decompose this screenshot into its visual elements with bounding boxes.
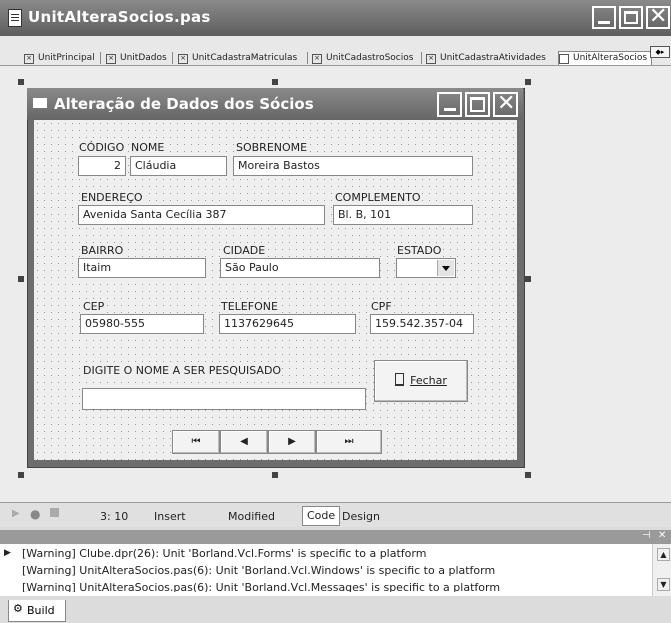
first-record-icon: ⏮ bbox=[191, 436, 201, 447]
selection-handle[interactable] bbox=[18, 276, 24, 282]
message-item[interactable]: [Warning] UnitAlteraSocios.pas(6): Unit … bbox=[22, 581, 500, 592]
navigator-next-button[interactable]: ▶ bbox=[268, 430, 316, 454]
minimize-button[interactable] bbox=[592, 6, 616, 29]
close-icon[interactable]: × bbox=[312, 54, 322, 64]
tab-unitprincipal[interactable]: × UnitPrincipal bbox=[24, 52, 95, 65]
cep-field[interactable]: 05980-555 bbox=[80, 314, 204, 334]
selection-handle[interactable] bbox=[525, 276, 531, 282]
close-icon[interactable]: × bbox=[426, 54, 436, 64]
form-icon bbox=[559, 54, 569, 64]
chevron-down-icon[interactable] bbox=[437, 260, 454, 276]
scroll-up-icon[interactable]: ▲ bbox=[657, 548, 670, 561]
close-button[interactable]: ✕ bbox=[646, 5, 670, 29]
selection-handle[interactable] bbox=[272, 472, 278, 478]
form-close-button[interactable]: ✕ bbox=[493, 92, 518, 117]
complemento-field[interactable]: Bl. B, 101 bbox=[333, 205, 473, 225]
close-icon[interactable]: ✕ bbox=[658, 530, 666, 541]
selection-handle[interactable] bbox=[18, 79, 24, 85]
close-icon[interactable]: × bbox=[106, 54, 116, 64]
current-message-arrow-icon: ▶ bbox=[4, 548, 11, 558]
message-item[interactable]: [Warning] UnitAlteraSocios.pas(6): Unit … bbox=[22, 564, 495, 577]
cpf-field[interactable]: 159.542.357-04 bbox=[370, 314, 474, 334]
modified-indicator: Modified bbox=[228, 510, 275, 523]
maximize-button[interactable] bbox=[619, 6, 643, 29]
telefone-field[interactable]: 1137629645 bbox=[219, 314, 356, 334]
fechar-label: Fechar bbox=[410, 374, 447, 387]
scroll-down-icon[interactable]: ▼ bbox=[657, 578, 670, 591]
build-label: Build bbox=[27, 604, 55, 617]
message-item[interactable]: [Warning] Clube.dpr(26): Unit 'Borland.V… bbox=[22, 547, 426, 560]
label-cep: CEP bbox=[82, 300, 106, 313]
unit-tabs: × UnitPrincipal × UnitDados × UnitCadastraM… bbox=[0, 36, 671, 66]
label-bairro: BAIRRO bbox=[80, 244, 125, 257]
stop-icon[interactable] bbox=[50, 508, 59, 517]
document-icon bbox=[8, 9, 22, 27]
fechar-button[interactable]: Fechar bbox=[374, 360, 468, 402]
navigator-last-button[interactable]: ⏭ bbox=[316, 430, 382, 454]
prior-record-icon: ◀ bbox=[240, 436, 248, 447]
form-icon bbox=[33, 98, 47, 108]
tab-build[interactable]: ⚙ Build bbox=[8, 600, 66, 622]
selection-handle[interactable] bbox=[525, 79, 531, 85]
label-estado: ESTADO bbox=[396, 244, 443, 257]
endereco-field[interactable]: Avenida Santa Cecília 387 bbox=[78, 205, 325, 225]
tab-unitcadastraatividades[interactable]: × UnitCadastraAtividades bbox=[426, 52, 546, 65]
insert-mode: Insert bbox=[154, 510, 186, 523]
build-icon: ⚙ bbox=[13, 602, 23, 615]
messages-scrollbar[interactable]: ▲ ▼ bbox=[652, 544, 671, 596]
label-cpf: CPF bbox=[370, 300, 393, 313]
next-record-icon: ▶ bbox=[288, 436, 296, 447]
cursor-position: 3: 10 bbox=[100, 510, 129, 523]
selection-handle[interactable] bbox=[525, 472, 531, 478]
label-codigo: CÓDIGO bbox=[78, 141, 126, 154]
close-icon[interactable]: × bbox=[24, 54, 34, 64]
form-title: Alteração de Dados dos Sócios bbox=[54, 95, 314, 113]
last-record-icon: ⏭ bbox=[344, 436, 354, 447]
exit-door-icon bbox=[395, 373, 405, 386]
codigo-field[interactable]: 2 bbox=[78, 156, 126, 176]
label-endereco: ENDEREÇO bbox=[80, 191, 144, 204]
tab-unitcadastramatriculas[interactable]: × UnitCadastraMatriculas bbox=[178, 52, 297, 65]
form-minimize-button[interactable] bbox=[437, 92, 462, 117]
tab-scroll-arrows[interactable]: ◆▸ bbox=[650, 46, 670, 58]
label-telefone: TELEFONE bbox=[220, 300, 279, 313]
label-complemento: COMPLEMENTO bbox=[334, 191, 422, 204]
nome-field[interactable]: Cláudia bbox=[130, 156, 227, 176]
estado-select[interactable] bbox=[396, 258, 456, 278]
play-icon[interactable]: ▶ bbox=[12, 508, 20, 519]
tab-design[interactable]: Design bbox=[342, 510, 380, 523]
form-maximize-button[interactable] bbox=[465, 92, 490, 117]
tab-code[interactable]: Code bbox=[302, 506, 341, 526]
close-icon[interactable]: × bbox=[178, 54, 188, 64]
label-nome: NOME bbox=[130, 141, 166, 154]
ide-title: UnitAlteraSocios.pas bbox=[28, 8, 211, 26]
messages-header: ⊣ ✕ bbox=[0, 530, 671, 544]
selection-handle[interactable] bbox=[18, 472, 24, 478]
label-pesquisa: DIGITE O NOME A SER PESQUISADO bbox=[82, 364, 283, 377]
navigator-prior-button[interactable]: ◀ bbox=[220, 430, 268, 454]
cidade-field[interactable]: São Paulo bbox=[220, 258, 380, 278]
tab-unitcadastrosocios[interactable]: × UnitCadastroSocios bbox=[312, 52, 413, 65]
label-cidade: CIDADE bbox=[222, 244, 267, 257]
sobrenome-field[interactable]: Moreira Bastos bbox=[233, 156, 473, 176]
selection-handle[interactable] bbox=[272, 79, 278, 85]
form-title-bar: Alteração de Dados dos Sócios ✕ bbox=[27, 88, 523, 120]
label-sobrenome: SOBRENOME bbox=[235, 141, 309, 154]
messages-panel: ▶ [Warning] Clube.dpr(26): Unit 'Borland… bbox=[0, 544, 671, 596]
ide-title-bar: UnitAlteraSocios.pas ✕ bbox=[0, 0, 671, 36]
editor-status-bar: ▶ ● 3: 10 Insert Modified Code Design bbox=[0, 502, 671, 527]
tab-unitalterasocios[interactable]: UnitAlteraSocios bbox=[558, 51, 653, 65]
tab-unitdados[interactable]: × UnitDados bbox=[106, 52, 167, 65]
bairro-field[interactable]: Itaim bbox=[78, 258, 206, 278]
navigator-first-button[interactable]: ⏮ bbox=[172, 430, 220, 454]
record-icon[interactable]: ● bbox=[30, 507, 40, 521]
pin-icon[interactable]: ⊣ bbox=[642, 530, 651, 541]
search-input[interactable] bbox=[82, 388, 366, 410]
